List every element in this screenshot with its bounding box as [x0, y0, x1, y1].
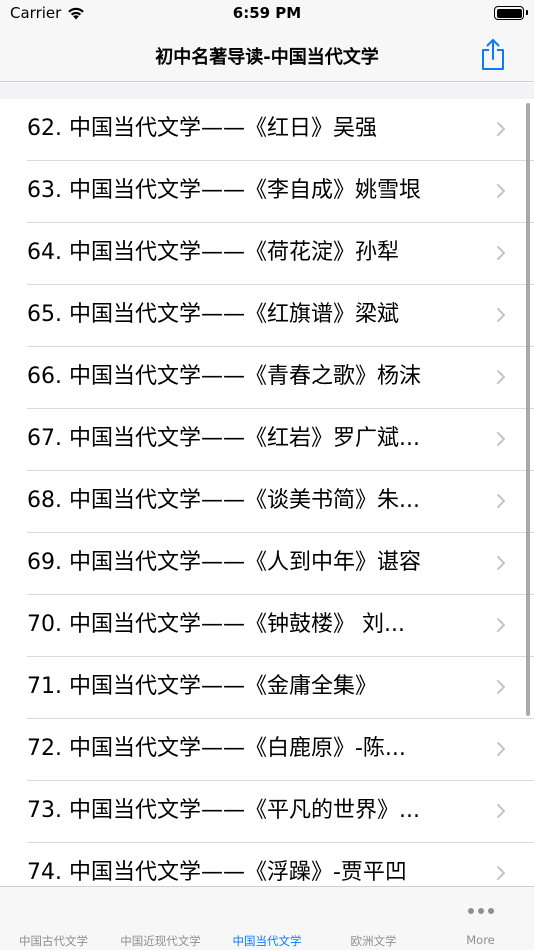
tab-contemporary-literature[interactable]: 中国当代文学 [214, 887, 320, 950]
list-item-label: 72. 中国当代文学——《白鹿原》-陈... [27, 736, 406, 761]
tab-european-literature[interactable]: 欧洲文学 [320, 887, 427, 950]
list-item[interactable]: 68. 中国当代文学——《谈美书简》朱... [0, 471, 534, 533]
list-item-label: 73. 中国当代文学——《平凡的世界》... [27, 798, 420, 823]
list-item-label: 67. 中国当代文学——《红岩》罗广斌... [27, 426, 420, 451]
page-title: 初中名著导读-中国当代文学 [155, 47, 379, 68]
chevron-right-icon [497, 122, 505, 136]
list-item-label: 71. 中国当代文学——《金庸全集》 [27, 674, 377, 699]
tab-modern-literature[interactable]: 中国近现代文学 [107, 887, 214, 950]
list-item[interactable]: 69. 中国当代文学——《人到中年》谌容 [0, 533, 534, 595]
chevron-right-icon [497, 866, 505, 880]
chevron-right-icon [497, 246, 505, 260]
navigation-bar: 初中名著导读-中国当代文学 [0, 30, 534, 82]
chevron-right-icon [497, 742, 505, 756]
list-item-label: 65. 中国当代文学——《红旗谱》梁斌 [27, 302, 399, 327]
tab-ancient-literature[interactable]: 中国古代文学 [0, 887, 107, 950]
clock: 6:59 PM [232, 4, 302, 22]
chevron-right-icon [497, 370, 505, 384]
list-item[interactable]: 70. 中国当代文学——《钟鼓楼》 刘... [0, 595, 534, 657]
list-item[interactable]: 67. 中国当代文学——《红岩》罗广斌... [0, 409, 534, 471]
list-item[interactable]: 64. 中国当代文学——《荷花淀》孙犁 [0, 223, 534, 285]
chevron-right-icon [497, 308, 505, 322]
tab-label: 中国近现代文学 [120, 934, 201, 948]
chevron-right-icon [497, 680, 505, 694]
list-item[interactable]: 62. 中国当代文学——《红日》吴强 [0, 99, 534, 161]
list-top-inset [0, 83, 534, 99]
tab-label: More [466, 933, 495, 947]
tab-more[interactable]: More [427, 887, 534, 950]
list-item[interactable]: 74. 中国当代文学——《浮躁》-贾平凹 [0, 843, 534, 886]
list-item-label: 69. 中国当代文学——《人到中年》谌容 [27, 550, 421, 575]
more-icon [467, 908, 494, 914]
list-item-label: 63. 中国当代文学——《李自成》姚雪垠 [27, 178, 421, 203]
chevron-right-icon [497, 804, 505, 818]
list-item-label: 66. 中国当代文学——《青春之歌》杨沫 [27, 364, 421, 389]
tab-bar: 中国古代文学 中国近现代文学 中国当代文学 欧洲文学 More [0, 886, 534, 950]
tab-label: 欧洲文学 [350, 934, 397, 948]
share-icon[interactable] [478, 37, 508, 71]
chevron-right-icon [497, 184, 505, 198]
book-list: 62. 中国当代文学——《红日》吴强 63. 中国当代文学——《李自成》姚雪垠 64… [0, 99, 534, 886]
list-item[interactable]: 73. 中国当代文学——《平凡的世界》... [0, 781, 534, 843]
battery-icon [494, 6, 528, 20]
chevron-right-icon [497, 556, 505, 570]
chevron-right-icon [497, 432, 505, 446]
list-item-label: 64. 中国当代文学——《荷花淀》孙犁 [27, 240, 399, 265]
list-item-label: 70. 中国当代文学——《钟鼓楼》 刘... [27, 612, 405, 637]
list-item[interactable]: 71. 中国当代文学——《金庸全集》 [0, 657, 534, 719]
list-item[interactable]: 66. 中国当代文学——《青春之歌》杨沫 [0, 347, 534, 409]
tab-label: 中国当代文学 [232, 934, 302, 948]
list-item-label: 68. 中国当代文学——《谈美书简》朱... [27, 488, 420, 513]
chevron-right-icon [497, 494, 505, 508]
chevron-right-icon [497, 618, 505, 632]
tab-label: 中国古代文学 [19, 934, 88, 948]
status-bar: Carrier 6:59 PM [0, 0, 534, 30]
list-item-label: 74. 中国当代文学——《浮躁》-贾平凹 [27, 860, 407, 885]
list-item[interactable]: 72. 中国当代文学——《白鹿原》-陈... [0, 719, 534, 781]
list-item-label: 62. 中国当代文学——《红日》吴强 [27, 116, 377, 141]
scroll-indicator[interactable] [526, 103, 530, 716]
list-item[interactable]: 63. 中国当代文学——《李自成》姚雪垠 [0, 161, 534, 223]
list-item[interactable]: 65. 中国当代文学——《红旗谱》梁斌 [0, 285, 534, 347]
